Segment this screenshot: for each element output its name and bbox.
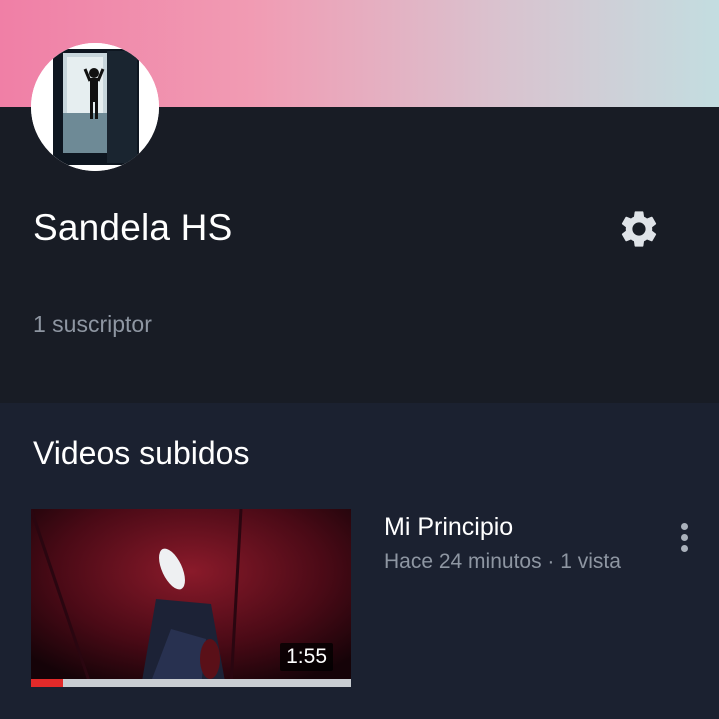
dot-icon [680,545,688,552]
channel-name: Sandela HS [33,207,233,248]
video-duration: 1:55 [280,643,333,671]
channel-avatar[interactable] [31,43,159,171]
video-thumbnail[interactable]: 1:55 [31,509,351,687]
avatar-photo [31,43,159,171]
section-title: Videos subidos [33,435,250,471]
video-list-item[interactable]: 1:55 Mi Principio Hace 24 minutos · 1 vi… [31,509,711,689]
gear-icon[interactable] [617,207,661,251]
more-vert-icon[interactable] [674,523,694,557]
video-title[interactable]: Mi Principio [384,513,513,542]
subscriber-count: 1 suscriptor [33,311,152,337]
dot-icon [680,534,688,541]
video-meta: Hace 24 minutos · 1 vista [384,550,621,573]
watch-progress-fill [31,679,63,687]
watch-progress-bar [31,679,351,687]
dot-icon [680,523,688,530]
